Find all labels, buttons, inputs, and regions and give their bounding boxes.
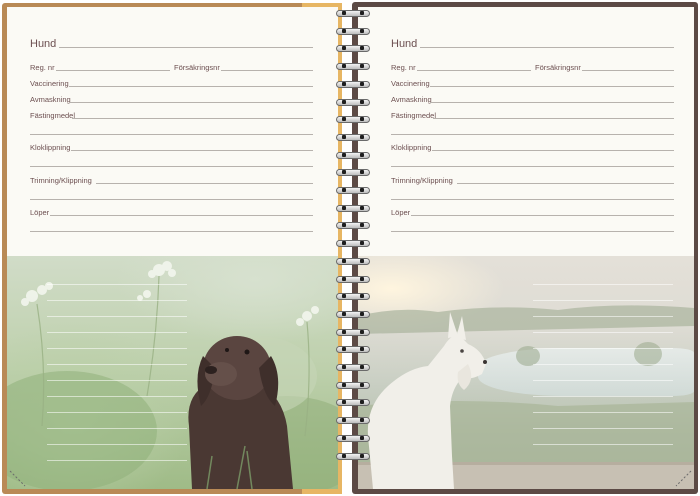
trimning-line[interactable]	[96, 183, 313, 184]
kloklippning-line[interactable]	[71, 150, 313, 151]
fastingmedel-line[interactable]	[433, 118, 674, 119]
spiral-ring	[336, 116, 370, 124]
forsakringsnr-label: Försäkringsnr	[174, 63, 220, 72]
avmaskning-line[interactable]	[69, 102, 313, 103]
forsakringsnr-line[interactable]	[582, 70, 674, 71]
spiral-ring	[336, 293, 370, 301]
spiral-ring	[336, 80, 370, 88]
left-form: Hund Reg. nr Försäkringsnr Vaccinering A…	[7, 7, 338, 256]
spiral-ring	[336, 133, 370, 141]
spiral-ring	[336, 346, 370, 354]
spiral-ring	[336, 257, 370, 265]
schnauzer-illustration	[358, 305, 694, 489]
dog-name-line[interactable]	[420, 47, 674, 48]
trimning-label: Trimning/Klippning	[391, 176, 453, 185]
loper-label: Löper	[30, 208, 50, 217]
spiral-ring	[336, 452, 370, 460]
kloklippning-label: Kloklippning	[391, 143, 432, 152]
fastingmedel-label: Fästingmedel	[391, 111, 437, 120]
spiral-ring	[336, 204, 370, 212]
spiral-ring	[336, 151, 370, 159]
reg-nr-label: Reg. nr	[30, 63, 55, 72]
kloklippning-line-2[interactable]	[30, 166, 313, 167]
vaccinering-line[interactable]	[430, 86, 674, 87]
spiral-ring	[336, 222, 370, 230]
spiral-ring	[336, 240, 370, 248]
spiral-ring	[336, 275, 370, 283]
dog-title-label: Hund	[30, 38, 57, 50]
spiral-ring	[336, 364, 370, 371]
reg-nr-label: Reg. nr	[391, 63, 416, 72]
spiral-ring	[336, 10, 370, 17]
kloklippning-line-2[interactable]	[391, 166, 674, 167]
vaccinering-label: Vaccinering	[30, 79, 69, 88]
spiral-ring	[336, 63, 370, 71]
vaccinering-label: Vaccinering	[391, 79, 430, 88]
spiral-ring	[336, 187, 370, 194]
spiral-ring	[336, 399, 370, 407]
spiral-ring	[336, 98, 370, 106]
vaccinering-line[interactable]	[69, 86, 313, 87]
spiral-ring	[336, 310, 370, 318]
loper-line-2[interactable]	[391, 231, 674, 232]
loper-label: Löper	[391, 208, 411, 217]
forsakringsnr-label: Försäkringsnr	[535, 63, 581, 72]
avmaskning-line[interactable]	[430, 102, 674, 103]
avmaskning-label: Avmaskning	[30, 95, 71, 104]
spiral-ring	[336, 417, 370, 425]
trimning-line[interactable]	[457, 183, 674, 184]
fastingmedel-label: Fästingmedel	[30, 111, 76, 120]
loper-line[interactable]	[50, 215, 313, 216]
left-page: Hund Reg. nr Försäkringsnr Vaccinering A…	[7, 7, 338, 489]
spiral-ring	[336, 381, 370, 389]
spiral-ring	[336, 328, 370, 336]
dog-title-label: Hund	[391, 38, 418, 50]
chocolate-labrador-photo-icon	[7, 256, 338, 489]
trimning-line-2[interactable]	[30, 199, 313, 200]
fastingmedel-line-2[interactable]	[30, 134, 313, 135]
white-schnauzer-photo-icon	[358, 256, 694, 489]
right-page: Hund Reg. nr Försäkringsnr Vaccinering A…	[358, 7, 694, 489]
trimning-line-2[interactable]	[391, 199, 674, 200]
corner-perforation-icon	[675, 470, 692, 487]
avmaskning-label: Avmaskning	[391, 95, 432, 104]
corner-perforation-icon	[9, 470, 26, 487]
labrador-illustration	[7, 261, 338, 489]
reg-nr-line[interactable]	[56, 70, 170, 71]
loper-line-2[interactable]	[30, 231, 313, 232]
right-form: Hund Reg. nr Försäkringsnr Vaccinering A…	[358, 7, 694, 256]
forsakringsnr-line[interactable]	[221, 70, 313, 71]
spiral-ring	[336, 27, 370, 35]
kloklippning-label: Kloklippning	[30, 143, 71, 152]
reg-nr-line[interactable]	[417, 70, 531, 71]
spiral-ring	[336, 169, 370, 177]
dog-name-line[interactable]	[59, 47, 313, 48]
loper-line[interactable]	[411, 215, 674, 216]
trimning-label: Trimning/Klippning	[30, 176, 92, 185]
fastingmedel-line-2[interactable]	[391, 134, 674, 135]
kloklippning-line[interactable]	[432, 150, 674, 151]
spiral-ring	[336, 45, 370, 53]
fastingmedel-line[interactable]	[72, 118, 313, 119]
spiral-ring	[336, 434, 370, 442]
